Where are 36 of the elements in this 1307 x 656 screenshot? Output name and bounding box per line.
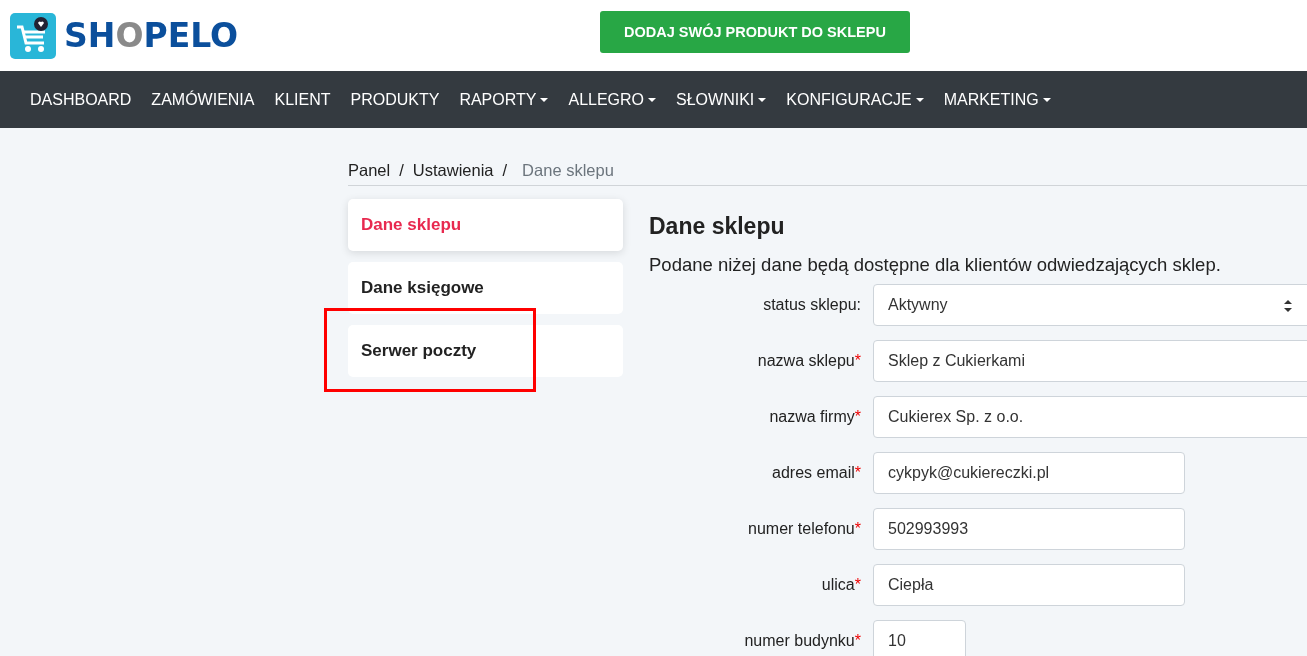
status-select[interactable]: Aktywny — [873, 284, 1307, 326]
nav-link[interactable]: KONFIGURACJE — [786, 90, 924, 109]
input-field[interactable]: Cukierex Sp. z o.o. — [873, 396, 1307, 438]
input-field[interactable]: 10 — [873, 620, 966, 656]
input-field[interactable]: Sklep z Cukierkami — [873, 340, 1307, 382]
nav-link[interactable]: ZAMÓWIENIA — [151, 90, 255, 109]
input-field[interactable]: 502993993 — [873, 508, 1185, 550]
input-field[interactable]: cykpyk@cukiereczki.pl — [873, 452, 1185, 494]
select-arrows-icon — [1283, 299, 1293, 313]
field-label: ulica* — [820, 576, 861, 594]
nav-link[interactable]: RAPORTY — [459, 90, 549, 109]
sidebar-tab[interactable]: Serwer poczty — [348, 325, 623, 377]
nav-link[interactable]: KLIENT — [274, 90, 331, 109]
field-label: adres email* — [771, 464, 861, 482]
nav-link[interactable]: SŁOWNIKI — [676, 90, 767, 109]
nav-link[interactable]: ALLEGRO — [568, 90, 657, 109]
sidebar-tab[interactable]: Dane sklepu — [348, 199, 623, 251]
field-label: numer telefonu* — [747, 520, 861, 538]
nav-link[interactable]: DASHBOARD — [30, 90, 132, 109]
section-title: Dane sklepu — [649, 213, 786, 240]
breadcrumb-link[interactable]: Ustawienia — [412, 161, 494, 180]
breadcrumb-link[interactable]: Dane sklepu — [522, 161, 614, 180]
cart-logo-icon — [10, 12, 56, 59]
input-field[interactable]: Ciepła — [873, 564, 1185, 606]
field-label: nazwa sklepu* — [756, 352, 861, 370]
field-label: nazwa firmy* — [768, 408, 861, 426]
breadcrumb-link[interactable]: Panel — [348, 161, 391, 180]
nav-link[interactable]: MARKETING — [943, 90, 1051, 109]
breadcrumb-separator: / — [399, 161, 404, 180]
sidebar-tab[interactable]: Dane księgowe — [348, 262, 623, 314]
breadcrumb-separator: / — [502, 161, 508, 180]
logo-wordmark: SHOPELO — [64, 19, 239, 52]
field-label: numer budynku* — [743, 632, 861, 650]
section-description: Podane niżej dane będą dostępne dla klientów odwiedzających sklep. — [649, 254, 1222, 276]
nav-link[interactable]: PRODUKTY — [350, 90, 440, 109]
field-label: status sklepu: — [762, 296, 861, 314]
